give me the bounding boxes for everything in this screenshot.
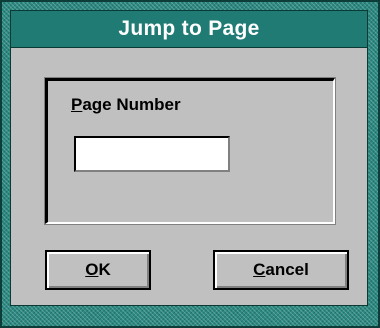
ok-label-text: K (98, 260, 111, 279)
jump-to-page-dialog: Jump to Page Page Number OK Cancel (0, 0, 380, 328)
cancel-mnemonic: C (253, 260, 266, 279)
title-bar[interactable]: Jump to Page (10, 10, 368, 48)
ok-mnemonic: O (85, 260, 99, 279)
page-number-group: Page Number (44, 77, 336, 225)
page-number-label: Page Number (71, 95, 181, 115)
page-number-mnemonic: P (71, 95, 83, 114)
cancel-label-text: ancel (265, 260, 309, 279)
page-number-label-text: age Number (82, 95, 181, 114)
ok-button-label: OK (85, 260, 111, 280)
cancel-button-label: Cancel (253, 260, 309, 280)
dialog-client-area: Page Number OK Cancel (10, 48, 368, 306)
ok-button[interactable]: OK (45, 250, 151, 290)
dialog-title: Jump to Page (118, 17, 260, 40)
page-number-input[interactable] (74, 136, 230, 172)
cancel-button[interactable]: Cancel (213, 250, 349, 290)
